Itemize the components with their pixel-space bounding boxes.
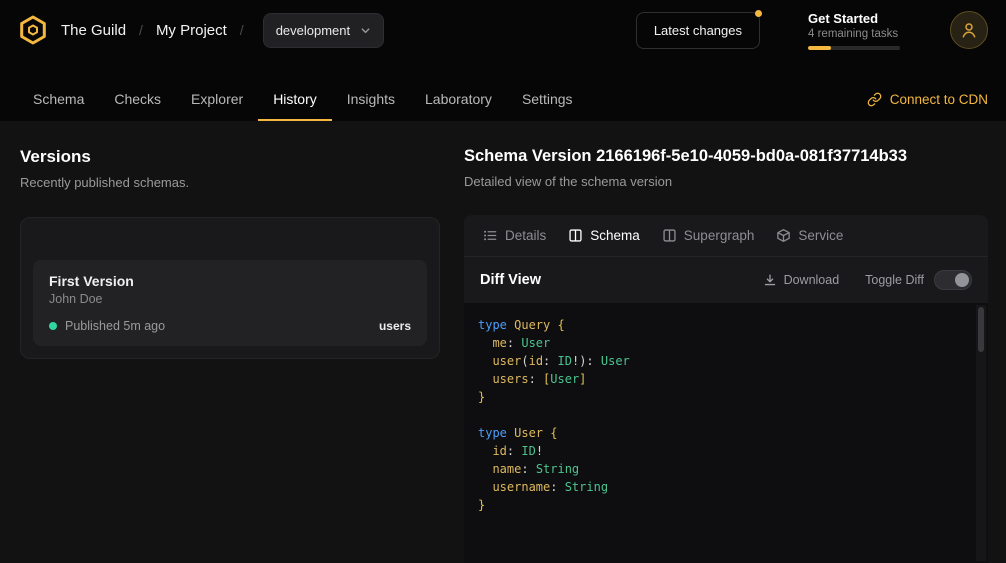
latest-changes-label: Latest changes xyxy=(654,23,742,38)
version-meta-row: Published 5m ago users xyxy=(49,319,411,333)
link-icon xyxy=(867,92,882,107)
detail-column: Schema Version 2166196f-5e10-4059-bd0a-0… xyxy=(464,147,988,563)
scrollbar-thumb[interactable] xyxy=(978,307,984,352)
main-nav: Schema Checks Explorer History Insights … xyxy=(0,60,1006,121)
detail-tab-supergraph[interactable]: Supergraph xyxy=(651,215,766,256)
schema-detail-panel: Details Schema xyxy=(464,215,988,563)
detail-tab-label: Supergraph xyxy=(684,228,755,243)
tab-history[interactable]: History xyxy=(258,77,332,121)
hive-logo-icon[interactable] xyxy=(18,15,48,45)
schema-version-title: Schema Version 2166196f-5e10-4059-bd0a-0… xyxy=(464,147,988,166)
tab-settings[interactable]: Settings xyxy=(507,77,588,121)
tab-schema[interactable]: Schema xyxy=(18,77,99,121)
get-started-subtitle: 4 remaining tasks xyxy=(808,28,900,40)
diff-actions: Download Toggle Diff xyxy=(763,270,972,290)
detail-tab-schema[interactable]: Schema xyxy=(557,215,651,256)
version-list-item[interactable]: First Version John Doe Published 5m ago … xyxy=(33,260,427,346)
schema-code-viewer: type Query { me: User user(id: ID!): Use… xyxy=(464,303,988,563)
get-started-progress-bar xyxy=(808,46,900,50)
environment-selector-value: development xyxy=(276,23,350,38)
versions-card: First Version John Doe Published 5m ago … xyxy=(20,217,440,359)
code-block: type Query { me: User user(id: ID!): Use… xyxy=(478,316,966,514)
version-author: John Doe xyxy=(49,292,411,306)
versions-column: Versions Recently published schemas. Fir… xyxy=(20,147,440,563)
versions-subtitle: Recently published schemas. xyxy=(20,175,440,190)
avatar[interactable] xyxy=(950,11,988,49)
breadcrumb-project[interactable]: My Project xyxy=(156,22,227,39)
detail-tab-service[interactable]: Service xyxy=(765,215,854,256)
detail-tab-label: Details xyxy=(505,228,546,243)
download-label: Download xyxy=(784,273,840,287)
person-icon xyxy=(960,21,978,39)
tab-laboratory[interactable]: Laboratory xyxy=(410,77,507,121)
version-status: Published 5m ago xyxy=(65,319,165,333)
diff-view-title: Diff View xyxy=(480,272,541,288)
latest-changes-button[interactable]: Latest changes xyxy=(636,12,760,49)
version-service-badge: users xyxy=(379,319,411,333)
environment-selector[interactable]: development xyxy=(263,13,384,48)
cube-icon xyxy=(776,228,791,243)
tab-explorer[interactable]: Explorer xyxy=(176,77,258,121)
nav-tabs: Schema Checks Explorer History Insights … xyxy=(18,77,588,121)
top-header: The Guild / My Project / development Lat… xyxy=(0,0,1006,60)
detail-tab-details[interactable]: Details xyxy=(472,215,557,256)
detail-tab-label: Service xyxy=(798,228,843,243)
get-started-widget[interactable]: Get Started 4 remaining tasks xyxy=(808,11,900,50)
download-icon xyxy=(763,273,777,287)
breadcrumb-org[interactable]: The Guild xyxy=(61,22,126,39)
detail-tab-label: Schema xyxy=(590,228,640,243)
header-left: The Guild / My Project / development xyxy=(18,13,384,48)
toggle-diff-label: Toggle Diff xyxy=(865,273,924,287)
tab-insights[interactable]: Insights xyxy=(332,77,410,121)
notification-dot xyxy=(755,10,762,17)
download-button[interactable]: Download xyxy=(763,273,840,287)
diff-toggle-switch[interactable] xyxy=(934,270,972,290)
chevron-down-icon xyxy=(360,25,371,36)
vertical-scrollbar[interactable] xyxy=(976,305,986,561)
breadcrumb-separator: / xyxy=(240,22,244,38)
tab-checks[interactable]: Checks xyxy=(99,77,176,121)
detail-tabs: Details Schema xyxy=(464,215,988,257)
columns-icon xyxy=(662,228,677,243)
get-started-title: Get Started xyxy=(808,11,900,26)
versions-title: Versions xyxy=(20,147,440,167)
version-name: First Version xyxy=(49,273,411,289)
main-content: Versions Recently published schemas. Fir… xyxy=(0,121,1006,563)
breadcrumb-separator: / xyxy=(139,22,143,38)
get-started-progress-fill xyxy=(808,46,831,50)
published-status-dot xyxy=(49,322,57,330)
schema-version-subtitle: Detailed view of the schema version xyxy=(464,174,988,189)
toggle-knob xyxy=(955,273,969,287)
columns-icon xyxy=(568,228,583,243)
connect-cdn-label: Connect to CDN xyxy=(890,92,988,107)
header-right: Latest changes Get Started 4 remaining t… xyxy=(636,11,988,50)
connect-cdn-link[interactable]: Connect to CDN xyxy=(867,77,988,121)
diff-header: Diff View Download Toggle Diff xyxy=(464,257,988,303)
list-icon xyxy=(483,228,498,243)
